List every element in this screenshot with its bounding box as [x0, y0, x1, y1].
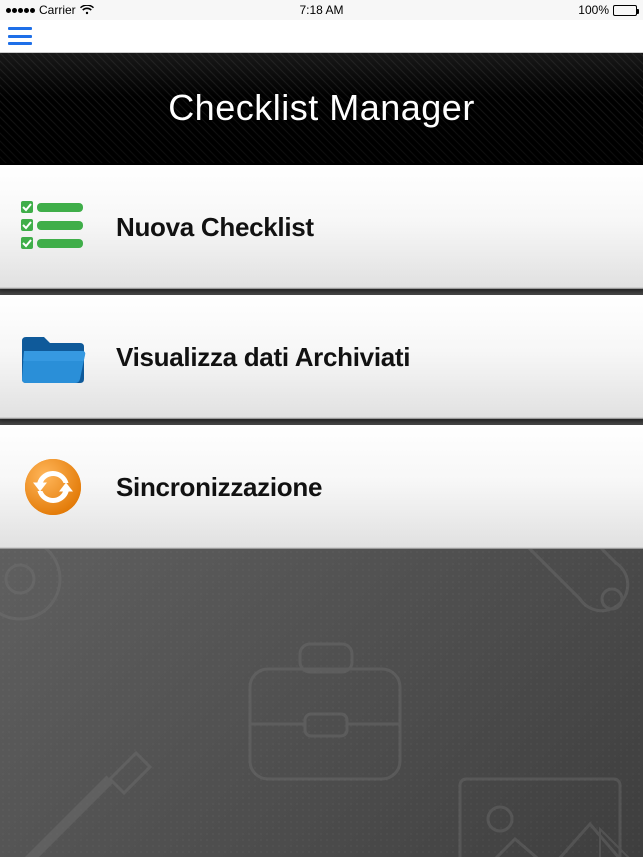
folder-icon [18, 322, 88, 392]
checklist-icon [18, 192, 88, 262]
battery-percent: 100% [578, 3, 609, 17]
menu-item-label: Visualizza dati Archiviati [116, 342, 410, 373]
status-bar: Carrier 7:18 AM 100% [0, 0, 643, 20]
sync-icon [18, 452, 88, 522]
battery-icon [613, 5, 637, 16]
background-pattern [0, 549, 643, 857]
carrier-label: Carrier [39, 3, 76, 17]
menu-item-label: Sincronizzazione [116, 472, 322, 503]
menu-icon[interactable] [8, 27, 32, 45]
menu-item-sync[interactable]: Sincronizzazione [0, 425, 643, 549]
title-header: Checklist Manager [0, 53, 643, 165]
menu-item-new-checklist[interactable]: Nuova Checklist [0, 165, 643, 289]
wifi-icon [80, 5, 94, 15]
signal-strength-icon [6, 8, 35, 13]
menu-item-view-archived[interactable]: Visualizza dati Archiviati [0, 295, 643, 419]
menu-item-label: Nuova Checklist [116, 212, 314, 243]
main-menu: Nuova Checklist Visualizza dati Archivia… [0, 165, 643, 549]
status-time: 7:18 AM [299, 3, 343, 17]
status-left: Carrier [6, 3, 322, 17]
status-right: 100% [322, 3, 638, 17]
nav-bar [0, 20, 643, 53]
page-title: Checklist Manager [168, 87, 475, 129]
